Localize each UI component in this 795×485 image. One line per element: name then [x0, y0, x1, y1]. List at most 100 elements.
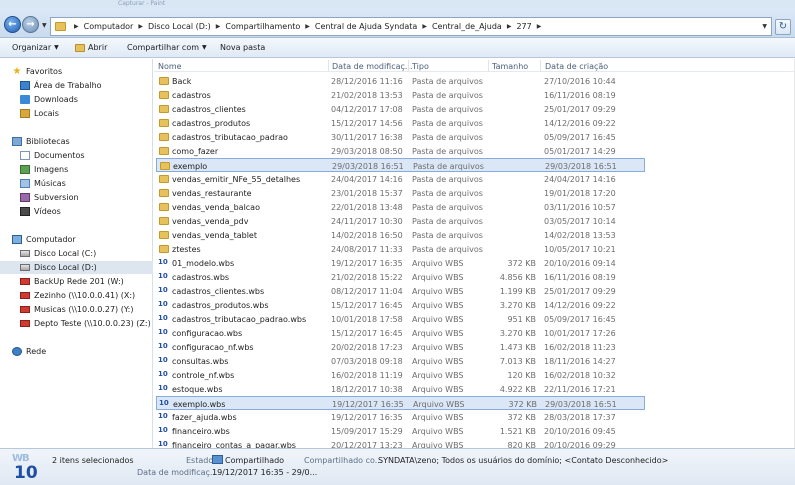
wbs-file-icon: 10	[158, 286, 168, 294]
chevron-right-icon[interactable]: ▶	[72, 22, 81, 32]
sidebar-item-music[interactable]: Músicas	[20, 177, 173, 190]
table-row[interactable]: 10 financeiro.wbs 15/09/2017 15:29 Arquivo …	[156, 424, 645, 438]
column-header-created[interactable]: Data de criação	[545, 62, 608, 71]
open-button[interactable]: Abrir	[75, 43, 107, 52]
back-button[interactable]: ←	[4, 16, 21, 33]
sidebar-item-drive-c[interactable]: Disco Local (C:)	[20, 247, 173, 260]
breadcrumb-item[interactable]: Disco Local (D:)	[145, 22, 214, 32]
table-row[interactable]: exemplo 29/03/2018 16:51 Pasta de arquivos…	[156, 158, 645, 172]
network-drive-icon	[20, 306, 30, 313]
recent-pages-dropdown-icon[interactable]: ▼	[42, 22, 47, 29]
sidebar-item-downloads[interactable]: Downloads	[20, 93, 173, 106]
network-drive-icon	[20, 292, 30, 299]
file-modified-date: 15/12/2017 14:56	[331, 119, 403, 128]
file-created-date: 25/01/2017 09:29	[544, 287, 616, 296]
folder-icon	[160, 162, 170, 170]
recent-places-icon	[20, 109, 30, 118]
chevron-right-icon[interactable]: ▶	[535, 22, 544, 32]
table-row[interactable]: 10 cadastros_produtos.wbs 15/12/2017 16:45…	[156, 298, 645, 312]
table-row[interactable]: 10 configuracao_nf.wbs 20/02/2018 17:23 Arq…	[156, 340, 645, 354]
table-row[interactable]: vendas_venda_balcao 22/01/2018 13:48 Pasta…	[156, 200, 645, 214]
sidebar-item-favorites[interactable]: ★ Favoritos	[12, 65, 165, 78]
chevron-right-icon[interactable]: ▶	[505, 22, 514, 32]
sidebar-item-desktop[interactable]: Área de Trabalho	[20, 79, 173, 92]
table-row[interactable]: 10 cadastros_tributacao_padrao.wbs 10/01/2…	[156, 312, 645, 326]
libraries-icon	[12, 137, 22, 146]
sidebar-item-drive-w[interactable]: BackUp Rede 201 (W:)	[20, 275, 173, 288]
file-name: consultas.wbs	[172, 357, 229, 366]
table-row[interactable]: cadastros_tributacao_padrao 30/11/2017 16…	[156, 130, 645, 144]
file-type: Pasta de arquivos	[412, 77, 483, 86]
table-row[interactable]: vendas_venda_pdv 24/11/2017 10:30 Pasta de…	[156, 214, 645, 228]
table-row[interactable]: 10 consultas.wbs 07/03/2018 09:18 Arquivo W…	[156, 354, 645, 368]
breadcrumb-item[interactable]: Computador	[81, 22, 137, 32]
table-row[interactable]: como_fazer 29/03/2018 08:50 Pasta de arqui…	[156, 144, 645, 158]
table-row[interactable]: 10 cadastros_clientes.wbs 08/12/2017 11:04…	[156, 284, 645, 298]
column-divider[interactable]	[328, 60, 329, 71]
column-divider[interactable]	[408, 60, 409, 71]
chevron-right-icon[interactable]: ▶	[214, 22, 223, 32]
column-header-modified[interactable]: Data de modificaç...	[332, 62, 413, 71]
sidebar-item-locations[interactable]: Locais	[20, 107, 173, 120]
table-row[interactable]: 10 controle_nf.wbs 16/02/2018 11:19 Arquivo…	[156, 368, 645, 382]
new-folder-label: Nova pasta	[220, 43, 266, 52]
address-dropdown-icon[interactable]: ▼	[762, 23, 767, 30]
chevron-right-icon[interactable]: ▶	[420, 22, 429, 32]
table-row[interactable]: 10 fazer_ajuda.wbs 19/12/2017 16:35 Arquivo…	[156, 410, 645, 424]
table-row[interactable]: cadastros_produtos 15/12/2017 14:56 Pasta …	[156, 116, 645, 130]
forward-button[interactable]: →	[22, 16, 39, 33]
sidebar-item-drive-d[interactable]: Disco Local (D:)	[0, 261, 153, 274]
chevron-right-icon[interactable]: ▶	[303, 22, 312, 32]
share-button[interactable]: Compartilhar com ▼	[127, 43, 207, 52]
organize-button[interactable]: Organizar ▼	[12, 43, 59, 52]
folder-icon	[159, 77, 169, 85]
column-header-size[interactable]: Tamanho	[492, 62, 528, 71]
sidebar-item-images[interactable]: Imagens	[20, 163, 173, 176]
table-row[interactable]: 10 configuracao.wbs 15/12/2017 16:45 Arquiv…	[156, 326, 645, 340]
breadcrumb-item[interactable]: Central_de_Ajuda	[429, 22, 505, 32]
file-modified-date: 24/04/2017 14:16	[331, 175, 403, 184]
sidebar-item-documents[interactable]: Documentos	[20, 149, 173, 162]
file-created-date: 03/11/2016 10:57	[544, 203, 616, 212]
table-row[interactable]: 10 01_modelo.wbs 19/12/2017 16:35 Arquivo W…	[156, 256, 645, 270]
sidebar-item-network[interactable]: Rede	[12, 345, 165, 358]
breadcrumb-item[interactable]: Central de Ajuda Syndata	[312, 22, 420, 32]
chevron-right-icon[interactable]: ▶	[136, 22, 145, 32]
table-row[interactable]: 10 cadastros.wbs 21/02/2018 15:22 Arquivo W…	[156, 270, 645, 284]
table-row[interactable]: ztestes 24/08/2017 11:33 Pasta de arquivos…	[156, 242, 645, 256]
sidebar-item-drive-x[interactable]: Zezinho (\\10.0.0.41) (X:)	[20, 289, 173, 302]
sidebar-item-videos[interactable]: Vídeos	[20, 205, 173, 218]
column-header-name[interactable]: Nome	[158, 62, 182, 71]
chevron-down-icon: ▼	[202, 44, 207, 51]
table-row[interactable]: cadastros 21/02/2018 13:53 Pasta de arquiv…	[156, 88, 645, 102]
address-bar[interactable]: ▶ Computador ▶ Disco Local (D:) ▶ Compar…	[50, 17, 772, 36]
file-name: como_fazer	[172, 147, 219, 156]
table-row[interactable]: vendas_venda_tablet 14/02/2018 16:50 Pasta…	[156, 228, 645, 242]
column-divider[interactable]	[488, 60, 489, 71]
table-row[interactable]: vendas_restaurante 23/01/2018 15:37 Pasta …	[156, 186, 645, 200]
table-row[interactable]: 10 estoque.wbs 18/12/2017 10:38 Arquivo WBS…	[156, 382, 645, 396]
sidebar-item-libraries[interactable]: Bibliotecas	[12, 135, 165, 148]
sidebar-item-computer[interactable]: Computador	[12, 233, 165, 246]
table-row[interactable]: Back 28/12/2016 11:16 Pasta de arquivos 27/…	[156, 74, 645, 88]
file-type: Pasta de arquivos	[412, 105, 483, 114]
table-row[interactable]: 10 exemplo.wbs 19/12/2017 16:35 Arquivo WBS…	[156, 396, 645, 410]
column-divider[interactable]	[540, 60, 541, 71]
refresh-button[interactable]: ↻	[775, 19, 791, 35]
sidebar-item-drive-z[interactable]: Depto Teste (\\10.0.0.23) (Z:)	[20, 317, 173, 330]
file-list: Nome Data de modificaç... Tipo Tamanho D…	[154, 59, 795, 450]
file-name: financeiro.wbs	[172, 427, 230, 436]
breadcrumb-item[interactable]: Compartilhamento	[222, 22, 303, 32]
new-folder-button[interactable]: Nova pasta	[220, 43, 265, 52]
table-row[interactable]: cadastros_clientes 04/12/2017 17:08 Pasta …	[156, 102, 645, 116]
file-modified-date: 08/12/2017 11:04	[331, 287, 403, 296]
table-row[interactable]: vendas_emitir_NFe_55_detalhes 24/04/2017 …	[156, 172, 645, 186]
column-header-type[interactable]: Tipo	[412, 62, 429, 71]
file-name: cadastros	[172, 91, 211, 100]
breadcrumb-item[interactable]: 277	[513, 22, 534, 32]
sidebar-item-label: Musicas (\\10.0.0.27) (Y:)	[34, 305, 134, 314]
sidebar-item-drive-y[interactable]: Musicas (\\10.0.0.27) (Y:)	[20, 303, 173, 316]
file-size: 1.473 KB	[499, 343, 536, 352]
file-size: 3.270 KB	[499, 301, 536, 310]
sidebar-item-subversion[interactable]: Subversion	[20, 191, 173, 204]
